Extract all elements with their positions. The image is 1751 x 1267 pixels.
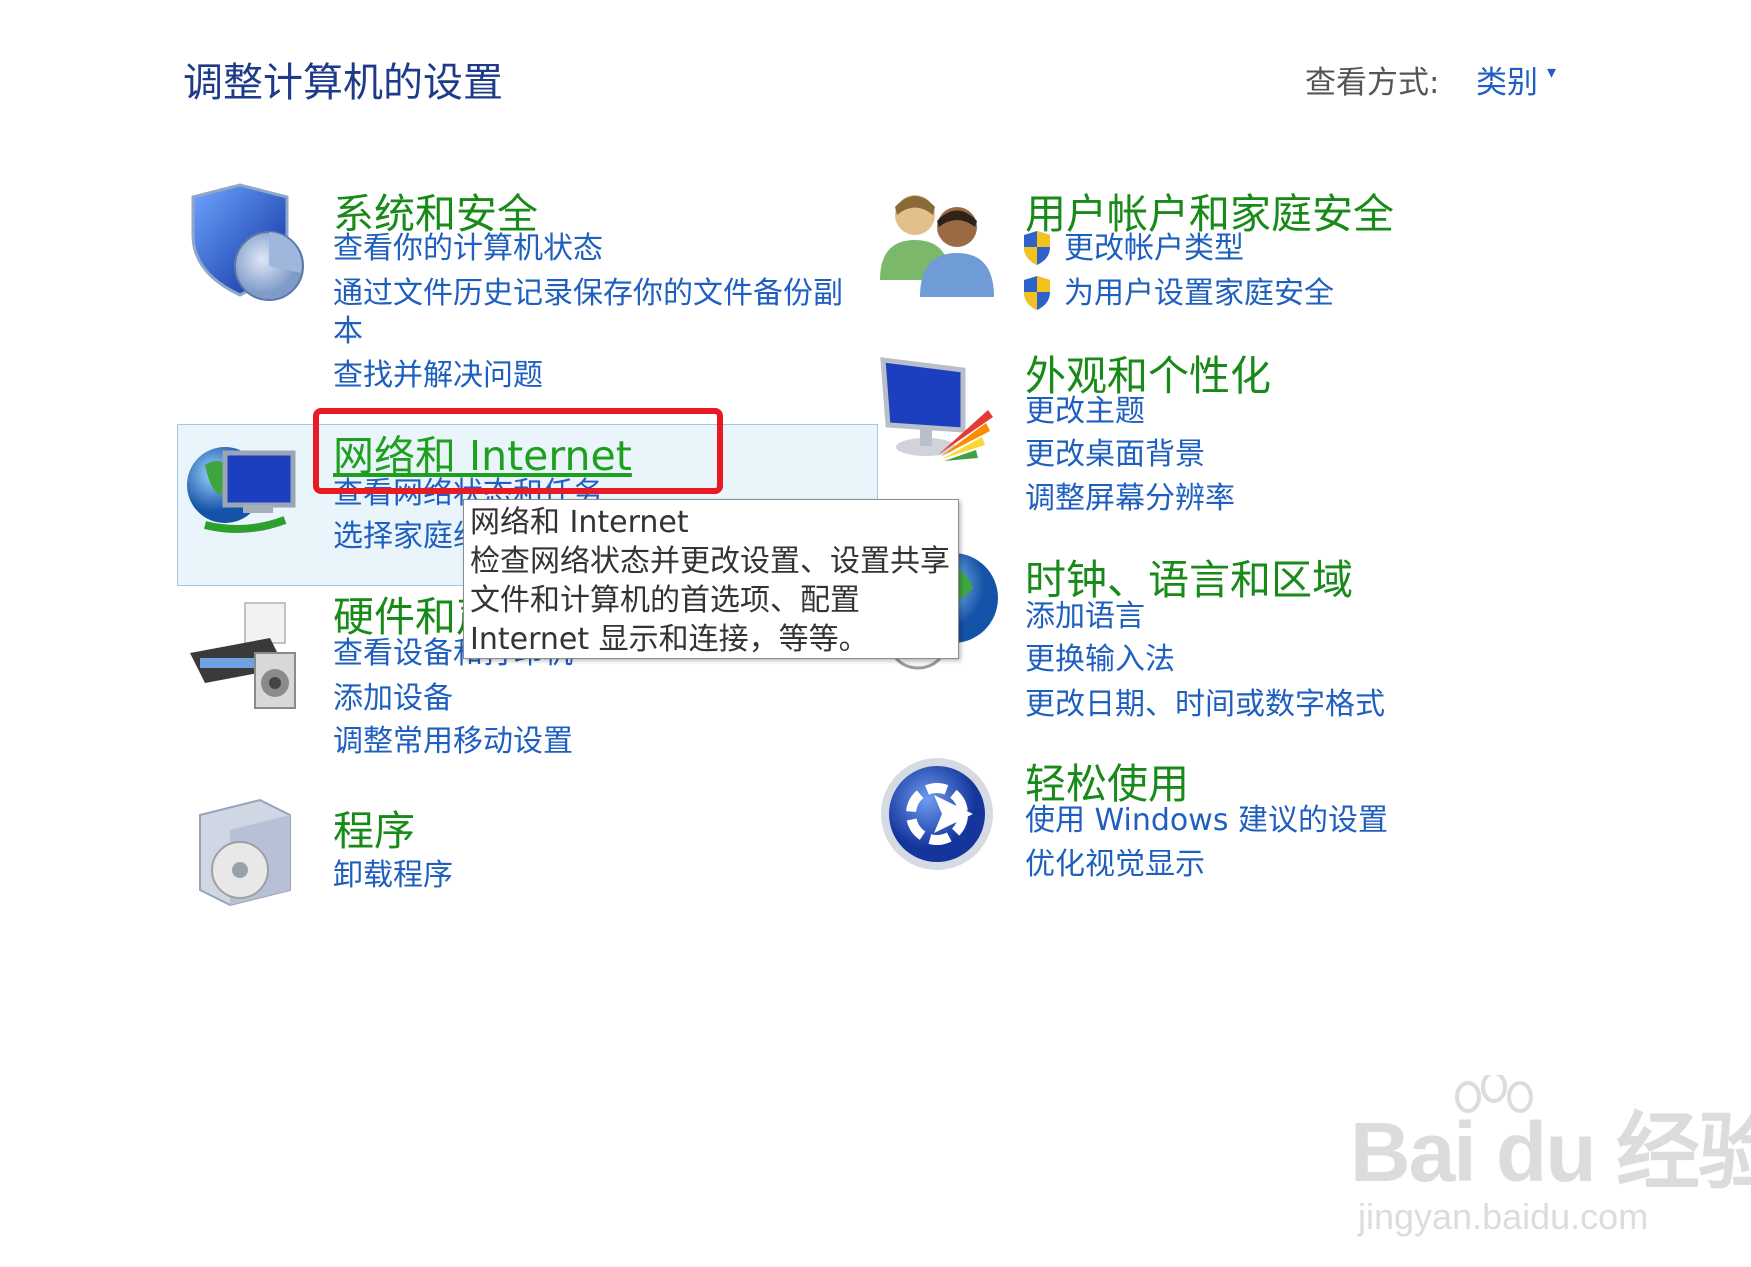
shield-security-icon [191,183,304,301]
uac-shield-icon [1024,231,1050,265]
link-change-input-method[interactable]: 更换输入法 [1025,641,1175,679]
ease-of-access-icon [881,758,993,870]
network-tooltip: 网络和 Internet 检查网络状态并更改设置、设置共享 文件和计算机的首选项… [463,499,959,659]
link-recommended-settings[interactable]: 使用 Windows 建议的设置 [1025,802,1388,840]
uac-shield-icon [1024,276,1050,310]
link-date-time-format[interactable]: 更改日期、时间或数字格式 [1025,686,1385,724]
link-add-language[interactable]: 添加语言 [1025,598,1145,636]
link-choose-homegroup[interactable]: 选择家庭组 [333,518,483,556]
tooltip-line: 检查网络状态并更改设置、设置共享 [470,544,950,579]
link-troubleshoot[interactable]: 查找并解决问题 [333,357,543,395]
link-mobility-settings[interactable]: 调整常用移动设置 [333,723,573,761]
chevron-down-icon[interactable]: ▾ [1547,62,1556,83]
programs-box-icon [199,798,291,907]
monitor-palette-icon [880,357,993,461]
tooltip-line: 网络和 Internet [470,505,689,540]
watermark-brand: Bai du 经验 [1350,1105,1751,1199]
link-view-computer-status[interactable]: 查看你的计算机状态 [333,230,603,268]
printer-speaker-icon [190,602,296,709]
link-screen-resolution[interactable]: 调整屏幕分辨率 [1025,480,1235,518]
link-uninstall-program[interactable]: 卸载程序 [333,857,453,895]
link-change-account-type[interactable]: 更改帐户类型 [1064,230,1244,268]
tooltip-line: 文件和计算机的首选项、配置 [470,583,860,618]
link-file-history-backup-cont[interactable]: 本 [333,313,363,351]
category-programs[interactable]: 程序 [333,797,415,857]
link-change-theme[interactable]: 更改主题 [1025,393,1145,431]
link-optimize-visual-display[interactable]: 优化视觉显示 [1025,846,1205,884]
category-ease-of-access[interactable]: 轻松使用 [1025,750,1189,810]
page-title: 调整计算机的设置 [183,60,503,106]
view-by-label: 查看方式: [1305,65,1440,101]
highlight-annotation-frame [313,408,723,494]
watermark-url: jingyan.baidu.com [1358,1196,1649,1237]
link-add-device[interactable]: 添加设备 [333,680,453,718]
link-family-safety[interactable]: 为用户设置家庭安全 [1064,275,1334,313]
network-globe-icon [187,447,296,533]
link-file-history-backup[interactable]: 通过文件历史记录保存你的文件备份副 [333,275,843,313]
view-by-dropdown[interactable]: 类别 [1476,57,1538,102]
link-desktop-background[interactable]: 更改桌面背景 [1025,436,1205,474]
category-clock-region[interactable]: 时钟、语言和区域 [1025,546,1353,606]
users-icon [880,195,994,297]
tooltip-line: Internet 显示和连接，等等。 [470,622,869,657]
